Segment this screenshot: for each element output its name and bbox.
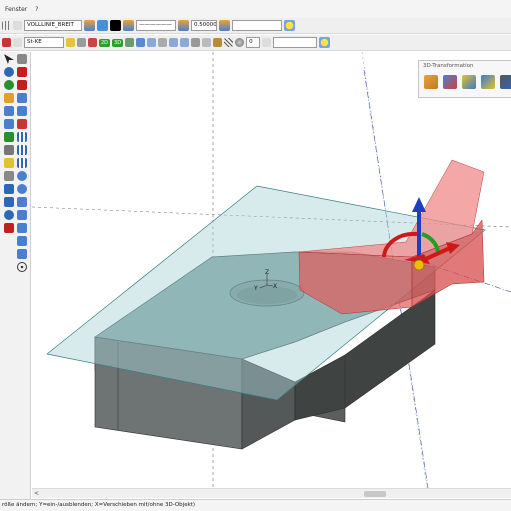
grid-icon[interactable] bbox=[2, 21, 11, 30]
axis-marker-label-y: Y bbox=[253, 285, 258, 292]
zoom-in-icon[interactable] bbox=[169, 38, 179, 47]
edit-tool-icon[interactable] bbox=[4, 132, 14, 142]
spinner-icon[interactable] bbox=[262, 38, 272, 47]
left-toolbar bbox=[0, 52, 31, 500]
layers-icon-2[interactable] bbox=[123, 20, 134, 31]
layers-icon-4[interactable] bbox=[219, 20, 230, 31]
horizontal-scrollbar[interactable]: < bbox=[32, 488, 511, 498]
pencil-tool-icon[interactable] bbox=[4, 93, 14, 103]
axes-tool-icon[interactable] bbox=[17, 80, 27, 90]
layer-field[interactable]: VOLLLINIE_BREIT bbox=[24, 20, 82, 31]
view-icon[interactable] bbox=[191, 38, 201, 47]
transformation-panel: 3D-Transformation bbox=[418, 60, 511, 98]
scroll-left-icon[interactable]: < bbox=[34, 490, 39, 497]
gizmo-center[interactable] bbox=[413, 259, 425, 271]
axis-marker-label-z: Z bbox=[265, 269, 269, 276]
scroll-thumb[interactable] bbox=[364, 491, 386, 497]
lightbulb-icon-2[interactable] bbox=[319, 37, 331, 48]
layer-dropdown-icon[interactable] bbox=[13, 21, 22, 30]
font-tool-icon[interactable] bbox=[4, 184, 14, 194]
zoom-window-icon[interactable] bbox=[136, 38, 146, 47]
menu-bar: Fenster ? bbox=[0, 0, 511, 18]
solid-tool-icon[interactable] bbox=[17, 67, 27, 77]
panel-title: 3D-Transformation bbox=[423, 63, 474, 69]
status-bar: röße ändern; Y=ein-/ausblenden; X=Versch… bbox=[0, 499, 511, 511]
pen-field[interactable]: St-KE bbox=[24, 37, 64, 48]
lightbulb-icon[interactable] bbox=[284, 20, 295, 31]
layers-icon[interactable] bbox=[84, 20, 95, 31]
text-field[interactable] bbox=[232, 20, 282, 31]
extrude-tool-icon[interactable] bbox=[4, 119, 14, 129]
pen-dropdown-icon[interactable] bbox=[13, 38, 22, 47]
gizmo-arrow-z[interactable] bbox=[412, 197, 426, 212]
measure-tool-icon[interactable] bbox=[4, 145, 14, 155]
dimension-tool-icon[interactable] bbox=[4, 158, 14, 168]
scene-svg: Z Y X bbox=[32, 52, 511, 488]
box-icon[interactable] bbox=[213, 38, 223, 47]
3d-viewport[interactable]: Z Y X bbox=[32, 52, 511, 488]
layers-icon-3[interactable] bbox=[178, 20, 189, 31]
sphere-icon[interactable] bbox=[235, 38, 245, 47]
number-field[interactable]: 0 bbox=[246, 37, 261, 48]
curve-tool-icon[interactable] bbox=[4, 106, 14, 116]
sphere-tool-icon[interactable] bbox=[4, 67, 14, 77]
rotate-view-icon[interactable] bbox=[125, 38, 135, 47]
toolbar-attributes: VOLLLINIE_BREIT —————— 0.500000 bbox=[0, 18, 511, 34]
menu-fenster[interactable]: Fenster bbox=[5, 6, 27, 13]
menu-help[interactable]: ? bbox=[35, 6, 38, 13]
axis-transform-icon[interactable] bbox=[481, 75, 495, 89]
pan-icon[interactable] bbox=[158, 38, 168, 47]
copy-icon[interactable] bbox=[202, 38, 212, 47]
tool-icon-b[interactable] bbox=[88, 38, 97, 47]
move-tool-icon[interactable] bbox=[17, 236, 27, 246]
tool-icon-a[interactable] bbox=[77, 38, 86, 47]
marker-tool-icon[interactable] bbox=[4, 223, 14, 233]
arrows-tool-icon[interactable] bbox=[17, 106, 27, 116]
hatch-icon[interactable] bbox=[224, 38, 234, 47]
color-picker-icon[interactable] bbox=[97, 20, 108, 31]
arrows-tool-icon-3[interactable] bbox=[17, 223, 27, 233]
cylinder-tool-icon[interactable] bbox=[4, 80, 14, 90]
snap-icon[interactable] bbox=[66, 38, 75, 47]
label-2d[interactable]: 2D bbox=[99, 38, 111, 47]
text-tool-icon[interactable] bbox=[4, 171, 14, 181]
color-black-swatch[interactable] bbox=[110, 20, 121, 31]
end-field[interactable] bbox=[273, 37, 318, 48]
dots-tool-icon-3[interactable] bbox=[17, 158, 27, 168]
rotate-pencil-icon[interactable] bbox=[443, 75, 457, 89]
line-style-field[interactable]: —————— bbox=[136, 20, 176, 31]
line-width-field[interactable]: 0.500000 bbox=[191, 20, 217, 31]
points-tool-icon[interactable] bbox=[17, 93, 27, 103]
circle-target-icon[interactable] bbox=[17, 262, 27, 272]
info-icon[interactable] bbox=[4, 210, 14, 220]
dots-tool-icon-2[interactable] bbox=[17, 145, 27, 155]
label-3d[interactable]: 3D bbox=[112, 38, 124, 47]
move-cube-icon[interactable] bbox=[424, 75, 438, 89]
table-tool-icon[interactable] bbox=[4, 197, 14, 207]
rotate-tool-icon[interactable] bbox=[17, 171, 27, 181]
axis-marker-label-x: X bbox=[273, 283, 277, 290]
zoom-icon[interactable] bbox=[147, 38, 157, 47]
zoom-out-icon[interactable] bbox=[180, 38, 190, 47]
pen-icon[interactable] bbox=[2, 38, 11, 47]
select-arrow-icon[interactable] bbox=[4, 54, 14, 64]
scale-chart-icon[interactable] bbox=[462, 75, 476, 89]
arrows-tool-icon-2[interactable] bbox=[17, 119, 27, 129]
select-icon-2[interactable] bbox=[17, 54, 27, 64]
move-tool-icon-2[interactable] bbox=[17, 249, 27, 259]
rotate-tool-icon-2[interactable] bbox=[17, 184, 27, 194]
toolbar-tools: St-KE 2D 3D 0 bbox=[0, 35, 511, 51]
dots-tool-icon[interactable] bbox=[17, 132, 27, 142]
scale-tool-icon[interactable] bbox=[17, 197, 27, 207]
view-transform-icon[interactable] bbox=[500, 75, 511, 89]
mirror-tool-icon[interactable] bbox=[17, 210, 27, 220]
